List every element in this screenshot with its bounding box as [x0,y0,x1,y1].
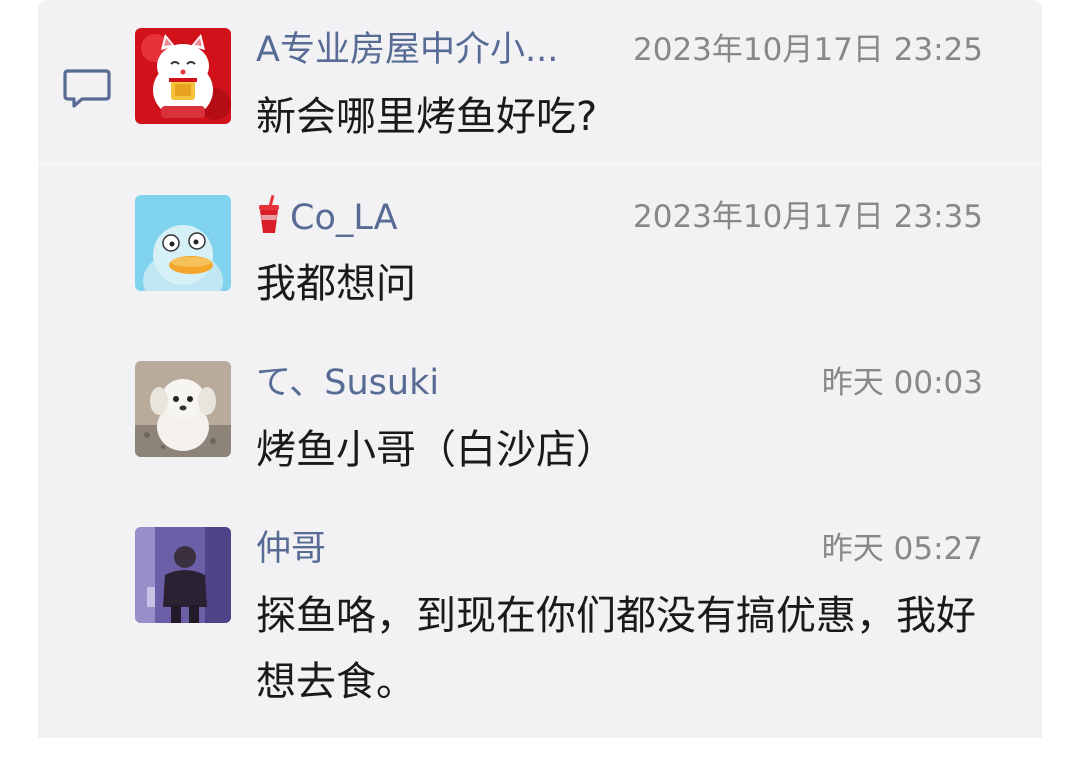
moments-comments-screen: A专业房屋中介小... 2023年10月17日 23:25 新会哪里烤鱼好吃? [0,0,1080,771]
lucky-cat-avatar[interactable] [135,28,231,124]
comment-text: 烤鱼小哥（白沙店） [256,427,616,473]
comment-timestamp: 2023年10月17日 23:25 [633,32,983,68]
divider [38,163,1042,165]
comment-author-label: Co_LA [290,198,398,238]
comment-item[interactable]: A专业房屋中介小... 2023年10月17日 23:25 新会哪里烤鱼好吃? [135,28,1005,148]
comment-text: 我都想问 [256,261,416,307]
comment-author-name[interactable]: Co_LA [256,195,398,240]
comment-author-name[interactable]: A专业房屋中介小... [256,28,558,72]
comment-item[interactable]: て、Susuki 昨天 00:03 烤鱼小哥（白沙店） [135,361,1005,473]
comment-text: 新会哪里烤鱼好吃? [256,94,598,140]
comment-item[interactable]: 仲哥 昨天 05:27 探鱼咯，到现在你们都没有搞优惠，我好想去食。 [135,527,1005,717]
cup-with-straw-icon [259,195,279,233]
comment-text: 探鱼咯，到现在你们都没有搞优惠，我好想去食。 [256,593,976,705]
comment-author-name[interactable]: 仲哥 [256,527,326,571]
white-puppy-avatar[interactable] [135,361,231,457]
duck-cartoon-avatar[interactable] [135,195,231,291]
comment-author-name[interactable]: て、Susuki [256,361,439,405]
comment-timestamp: 2023年10月17日 23:35 [633,199,983,235]
comment-timestamp: 昨天 05:27 [821,531,983,567]
comment-bubble-icon [63,69,111,108]
man-photo-avatar[interactable] [135,527,231,623]
comment-item[interactable]: Co_LA 2023年10月17日 23:35 我都想问 [135,195,1005,307]
comment-timestamp: 昨天 00:03 [821,365,983,401]
